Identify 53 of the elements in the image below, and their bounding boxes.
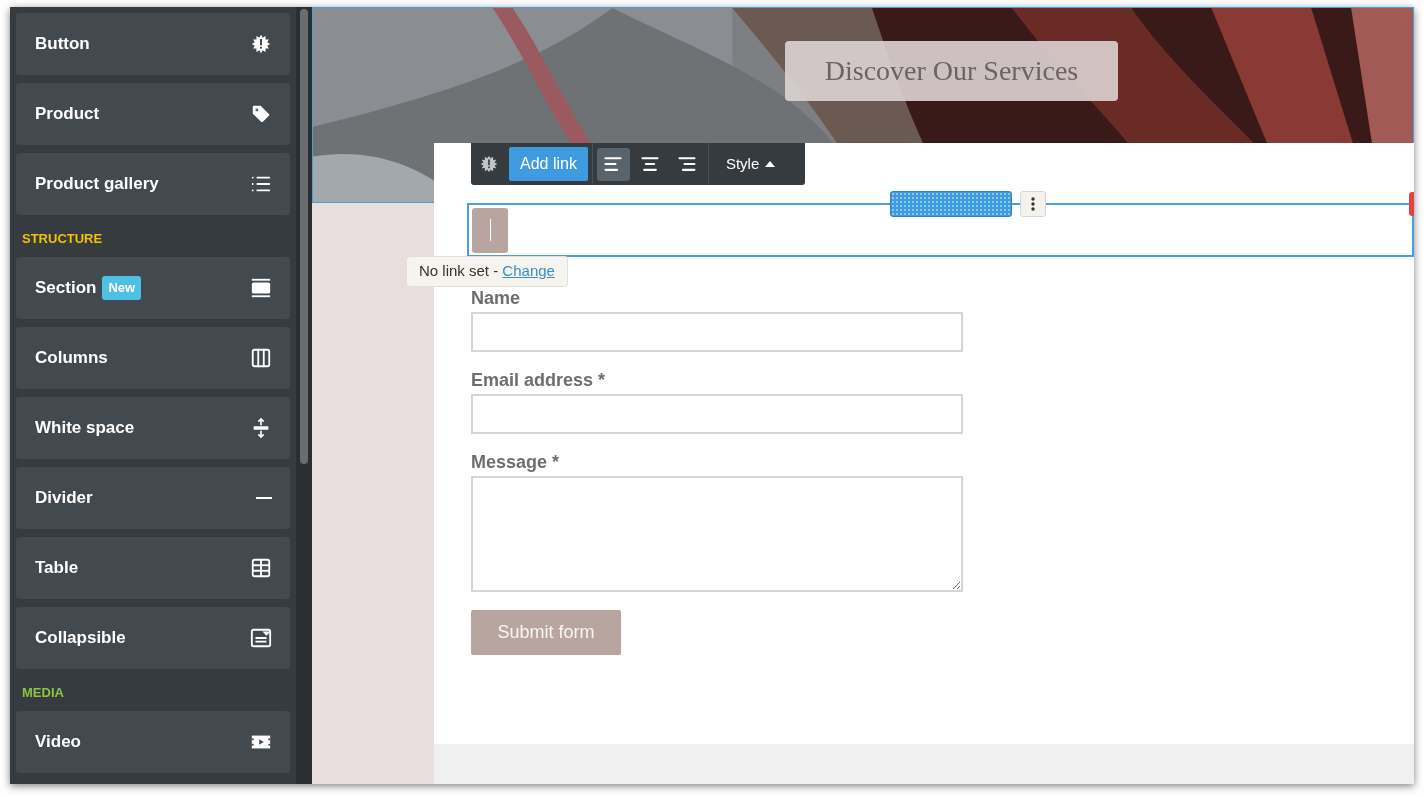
field-label: Message * — [471, 452, 561, 472]
section-heading: MEDIA — [21, 684, 65, 702]
caret-icon — [765, 161, 776, 167]
scrollbar[interactable] — [296, 7, 312, 784]
columns-icon — [250, 347, 272, 369]
style-dropdown[interactable]: Style — [707, 143, 790, 185]
align-button[interactable] — [596, 147, 630, 181]
sidebar-item[interactable]: Button — [16, 13, 290, 75]
text-cursor — [489, 219, 491, 241]
item-label: Section — [35, 277, 97, 300]
item-label: Columns — [35, 347, 108, 370]
link-button[interactable] — [472, 207, 508, 253]
drag-handle[interactable] — [890, 191, 1012, 217]
sidebar-item[interactable]: Section New — [16, 257, 290, 319]
item-label: Table — [35, 557, 79, 580]
field-label: Name — [471, 288, 522, 308]
align-right-icon — [677, 154, 698, 174]
more-button[interactable] — [1020, 191, 1046, 217]
sidebar-item[interactable]: White space — [16, 397, 290, 459]
new-badge: New — [102, 276, 142, 300]
resize-handle[interactable] — [1409, 192, 1414, 216]
sidebar-item[interactable]: Columns — [16, 327, 290, 389]
item-label: Product gallery — [35, 173, 159, 196]
sidebar-item[interactable]: Product — [16, 83, 290, 145]
selected-block[interactable] — [467, 203, 1414, 257]
tag-icon — [250, 103, 272, 125]
item-label: Product — [35, 103, 100, 126]
sidebar-item[interactable]: Product gallery — [16, 153, 290, 215]
minus-icon — [256, 497, 272, 499]
item-label: Collapsible — [35, 627, 126, 650]
item-label: Divider — [35, 487, 93, 510]
kebab-icon — [1031, 197, 1035, 211]
sidebar-item[interactable]: Table — [16, 537, 290, 599]
table-icon — [250, 557, 272, 579]
message-field[interactable] — [471, 476, 963, 592]
item-label: Video — [35, 731, 81, 754]
field-label: Email address * — [471, 370, 607, 390]
item-label: White space — [35, 417, 135, 440]
input-field[interactable] — [471, 312, 963, 352]
alert-badge-icon — [250, 33, 272, 55]
sidebar-item[interactable]: Video — [16, 711, 290, 773]
collapsible-icon — [250, 627, 272, 649]
alert-badge-icon — [479, 154, 499, 174]
input-field[interactable] — [471, 394, 963, 434]
align-center-icon — [640, 154, 661, 174]
scrollbar-thumb[interactable] — [300, 9, 308, 464]
section-icon — [250, 277, 272, 299]
section-heading: STRUCTURE — [21, 230, 104, 248]
align-left-icon — [603, 154, 624, 174]
tooltip-text: No link set - — [419, 261, 500, 282]
item-label: Button — [35, 33, 90, 56]
sidebar-item[interactable]: Collapsible — [16, 607, 290, 669]
sidebar-item[interactable]: Divider — [16, 467, 290, 529]
